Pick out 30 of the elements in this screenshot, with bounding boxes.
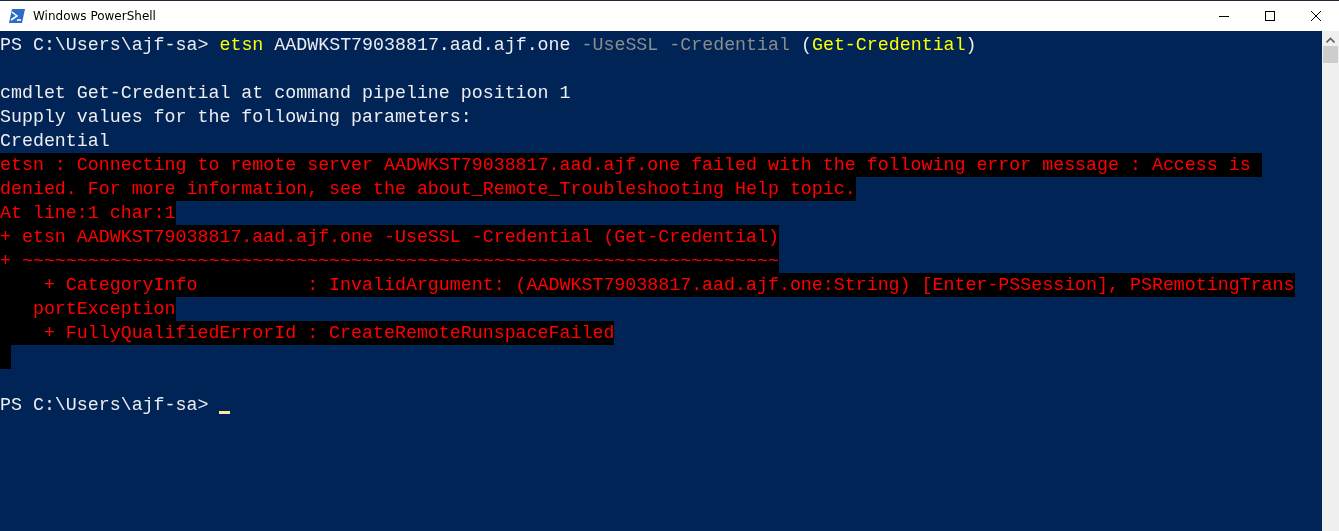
error-text: portException: [0, 297, 176, 321]
powershell-icon: [9, 9, 25, 23]
parameter-text: -UseSSL: [581, 34, 659, 57]
error-highlight: [0, 345, 11, 369]
close-icon: [1311, 11, 1321, 21]
parameter-text: -Credential: [669, 34, 790, 57]
output-text: Supply values for the following parameters:: [0, 106, 472, 129]
command-text: Get-Credential: [811, 34, 966, 57]
error-text: etsn : Connecting to remote server AADWKST79038817.aad.ajf.one failed with the following error message : Access is: [0, 153, 1262, 177]
output-text: Credential: [0, 130, 110, 153]
cursor: [219, 411, 231, 414]
maximize-icon: [1265, 11, 1275, 21]
argument-text: ): [965, 34, 977, 57]
argument-text: (: [800, 34, 812, 57]
error-text: + etsn AADWKST79038817.aad.ajf.one -UseSSL -Credential (Get-Credential): [0, 225, 779, 249]
error-text: denied. For more information, see the about_Remote_Troubleshooting Help topic.: [0, 177, 856, 201]
error-text: + ~~~~~~~~~~~~~~~~~~~~~~~~~~~~~~~~~~~~~~~~~~~~~~~~~~~~~~~~~~~~~~~~~~~~~: [0, 249, 779, 273]
minimize-icon: [1219, 15, 1229, 17]
error-text: + FullyQualifiedErrorId : CreateRemoteRunspaceFailed: [0, 321, 615, 345]
error-text: + CategoryInfo : InvalidArgument: (AADWKST79038817.aad.ajf.one:String) [Enter-PSSession], PSRemotingTrans: [0, 273, 1295, 297]
prompt-text: PS C:\Users\ajf-sa>: [0, 34, 209, 57]
command-text: etsn: [219, 34, 264, 57]
argument-text: AADWKST79038817.aad.ajf.one: [274, 34, 571, 57]
scroll-up-icon[interactable]: [1326, 37, 1335, 43]
prompt-text: PS C:\Users\ajf-sa>: [0, 394, 209, 417]
error-text: At line:1 char:1: [0, 201, 176, 225]
output-text: cmdlet Get-Credential at command pipeline position 1: [0, 82, 571, 105]
scroll-thumb[interactable]: [1323, 46, 1338, 63]
window-title: Windows PowerShell: [33, 9, 157, 23]
scrollbar[interactable]: [1322, 31, 1339, 531]
